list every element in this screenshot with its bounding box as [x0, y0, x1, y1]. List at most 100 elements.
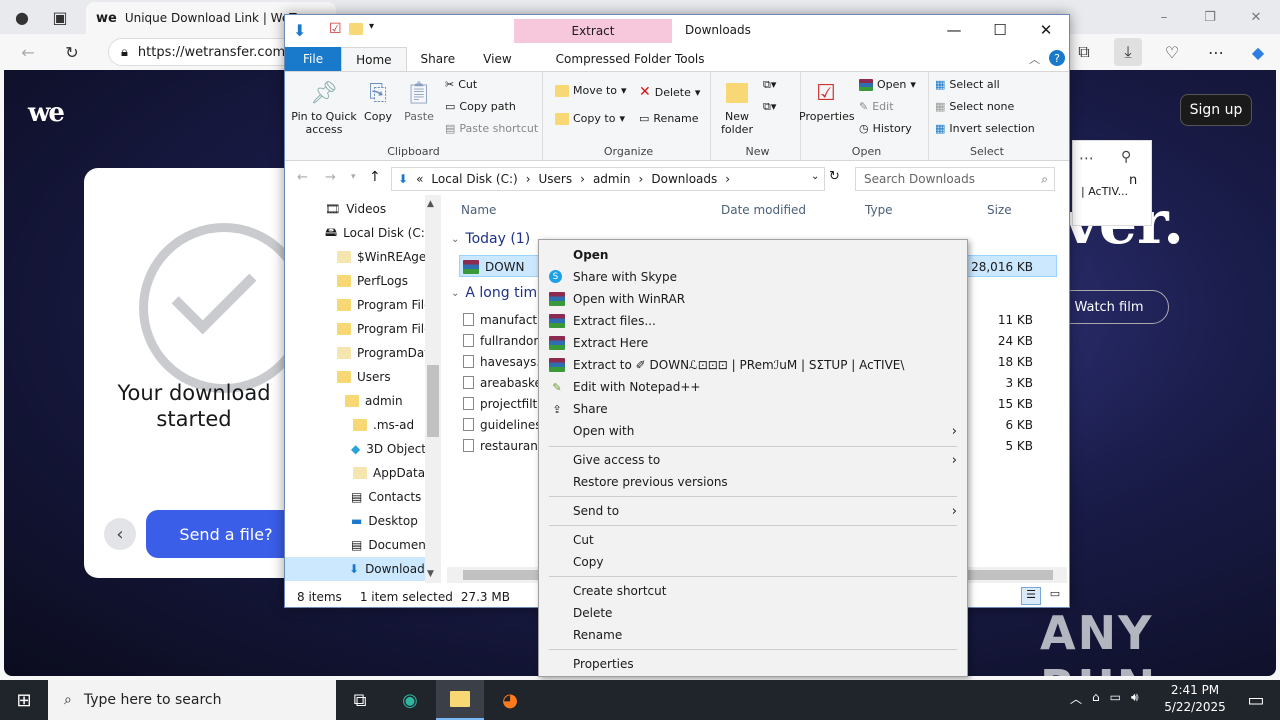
minimize-button[interactable]: – — [1150, 3, 1178, 31]
scroll-up-icon[interactable]: ▲ — [427, 199, 434, 209]
menu-item-edit-notepad[interactable]: ✎ Edit with Notepad++ — [539, 376, 967, 398]
select-all-button[interactable]: ▦ Select all — [935, 78, 1000, 91]
new-folder-button[interactable]: New folder — [717, 78, 757, 136]
explorer-maximize-button[interactable]: ☐ — [977, 15, 1023, 45]
taskbar-search[interactable]: ⌕ Type here to search — [48, 680, 336, 720]
close-button[interactable]: ✕ — [1242, 3, 1270, 31]
move-to-button[interactable]: Move to ▾ — [555, 84, 627, 97]
wetransfer-logo[interactable]: we — [28, 98, 65, 128]
nav-item-contacts[interactable]: ▤ Contacts — [351, 485, 421, 509]
breadcrumb-admin[interactable]: admin — [593, 172, 631, 186]
more-icon[interactable]: ⋯ — [1202, 38, 1230, 66]
nav-item-program-files-x86[interactable]: Program Files — [337, 317, 438, 341]
menu-item-give-access[interactable]: Give access to › — [539, 449, 967, 471]
task-view-button[interactable]: ⧉ — [336, 680, 384, 720]
history-button[interactable]: ◷ History — [859, 122, 912, 135]
taskbar-clock[interactable]: 2:41 PM 5/22/2025 — [1160, 682, 1230, 716]
send-file-button[interactable]: Send a file? — [146, 510, 306, 558]
easy-access-button[interactable]: ⧉▾ — [763, 100, 776, 114]
tab-share[interactable]: Share — [407, 47, 470, 71]
menu-item-rename[interactable]: Rename — [539, 624, 967, 646]
nav-item-3d-objects[interactable]: ◆ 3D Objects — [351, 437, 432, 461]
details-view-icon[interactable]: ☰ — [1021, 587, 1041, 605]
tab-actions-icon[interactable]: ▣ — [46, 3, 74, 31]
copy-to-button[interactable]: Copy to ▾ — [555, 112, 625, 125]
refresh-path-icon[interactable]: ↻ — [829, 169, 840, 184]
menu-item-restore-versions[interactable]: Restore previous versions — [539, 471, 967, 493]
collections-icon[interactable]: ⧉ — [1070, 38, 1098, 66]
copy-big-button[interactable]: ⎘ Copy — [361, 78, 395, 123]
scroll-down-icon[interactable]: ▼ — [427, 569, 434, 579]
breadcrumb-overflow[interactable]: « — [416, 172, 423, 186]
tray-chevron-icon[interactable]: ︿ — [1070, 690, 1082, 707]
nav-item-videos[interactable]: 🎞︎ Videos — [325, 197, 386, 221]
nav-item-program-files[interactable]: Program Files — [337, 293, 438, 317]
menu-item-create-shortcut[interactable]: Create shortcut — [539, 580, 967, 602]
menu-item-copy[interactable]: Copy — [539, 551, 967, 573]
browser-essentials-icon[interactable]: ♡ — [1158, 38, 1186, 66]
notifications-button[interactable]: ▭ — [1232, 680, 1280, 720]
url-field[interactable]: 🔒︎ https://wetransfer.com — [108, 38, 298, 66]
menu-item-extract-files[interactable]: Extract files... — [539, 310, 967, 332]
invert-selection-button[interactable]: ▦ Invert selection — [935, 122, 1035, 135]
qat-dropdown-icon[interactable]: ▾ — [369, 21, 374, 32]
menu-item-open[interactable]: Open — [539, 244, 967, 266]
breadcrumb-users[interactable]: Users — [539, 172, 573, 186]
breadcrumb-downloads[interactable]: Downloads — [651, 172, 717, 186]
menu-item-extract-to[interactable]: Extract to ✐ DOWNℒ⊡⊡⊡ | ΡRemℐuΜ | SΣTUP … — [539, 354, 967, 376]
menu-item-send-to[interactable]: Send to › — [539, 500, 967, 522]
nav-item-programdata[interactable]: ProgramData — [337, 341, 436, 365]
pin-popup-icon[interactable]: ⚲ — [1121, 149, 1131, 165]
properties-button[interactable]: ☑ Properties — [799, 78, 855, 123]
pin-quick-access-button[interactable]: 📌︎ Pin to Quick access — [289, 78, 359, 136]
back-icon[interactable]: ← — [14, 38, 42, 66]
nav-item-downloads[interactable]: ⬇ Downloads — [285, 557, 431, 581]
menu-item-share-skype[interactable]: S Share with Skype — [539, 266, 967, 288]
explorer-minimize-button[interactable]: — — [931, 15, 977, 45]
search-downloads-field[interactable]: Search Downloads ⌕ — [855, 167, 1055, 191]
explorer-taskbar-button[interactable] — [436, 680, 484, 720]
profile-icon[interactable]: ● — [8, 3, 36, 31]
tray-device-icon[interactable]: ⌂ — [1092, 690, 1100, 707]
back-nav-icon[interactable]: ← — [297, 170, 308, 185]
group-long-time[interactable]: ⌄ A long time — [451, 285, 546, 301]
nav-item-documents[interactable]: ▤ Documents — [351, 533, 437, 557]
paste-button[interactable]: 📋︎ Paste — [401, 78, 437, 123]
column-date-modified[interactable]: Date modified — [721, 203, 806, 217]
copilot-icon[interactable]: ◆ — [1244, 38, 1272, 66]
large-icons-view-icon[interactable]: ▭ — [1045, 587, 1065, 605]
menu-item-extract-here[interactable]: Extract Here — [539, 332, 967, 354]
select-none-button[interactable]: ▦ Select none — [935, 100, 1014, 113]
column-name[interactable]: Name — [461, 203, 496, 217]
forward-nav-icon[interactable]: → — [325, 170, 336, 185]
column-type[interactable]: Type — [865, 203, 893, 217]
help-icon[interactable]: ? — [1049, 50, 1065, 66]
open-button[interactable]: Open ▾ — [859, 78, 916, 91]
path-dropdown-icon[interactable]: ⌄ — [811, 171, 819, 182]
menu-item-share[interactable]: ⇪ Share — [539, 398, 967, 420]
delete-button[interactable]: ✕ Delete ▾ — [639, 84, 700, 100]
up-nav-icon[interactable]: ↑ — [369, 169, 381, 185]
network-icon[interactable]: ▭ — [1110, 690, 1121, 707]
recent-locations-icon[interactable]: ▾ — [351, 172, 356, 182]
previous-button[interactable]: ‹ — [104, 518, 136, 550]
tab-home[interactable]: Home — [341, 47, 407, 71]
new-item-button[interactable]: ⧉▾ — [763, 78, 776, 92]
collapse-ribbon-icon[interactable]: ︿ — [1029, 51, 1040, 67]
column-size[interactable]: Size — [987, 203, 1012, 217]
firefox-taskbar-button[interactable]: ◕ — [486, 680, 534, 720]
rename-button[interactable]: ▭ Rename — [639, 112, 699, 125]
nav-item-ms-ad[interactable]: .ms-ad — [353, 413, 414, 437]
refresh-icon[interactable]: ↻ — [58, 38, 86, 66]
nav-item-appdata[interactable]: AppData — [353, 461, 425, 485]
explorer-close-button[interactable]: ✕ — [1023, 15, 1069, 45]
downloads-icon[interactable]: ⤓ — [1114, 38, 1142, 66]
nav-item-desktop[interactable]: ▬ Desktop — [351, 509, 418, 533]
nav-item-local-disk[interactable]: 🖴︎ Local Disk (C:) — [325, 221, 429, 245]
restore-button[interactable]: ❐ — [1196, 3, 1224, 31]
menu-item-properties[interactable]: Properties — [539, 653, 967, 675]
nav-scrollbar-thumb[interactable] — [427, 365, 439, 437]
properties-qat-icon[interactable]: ☑ — [329, 21, 342, 37]
menu-item-cut[interactable]: Cut — [539, 529, 967, 551]
tab-compressed-folder-tools[interactable]: Compressed Folder Tools — [542, 47, 719, 71]
